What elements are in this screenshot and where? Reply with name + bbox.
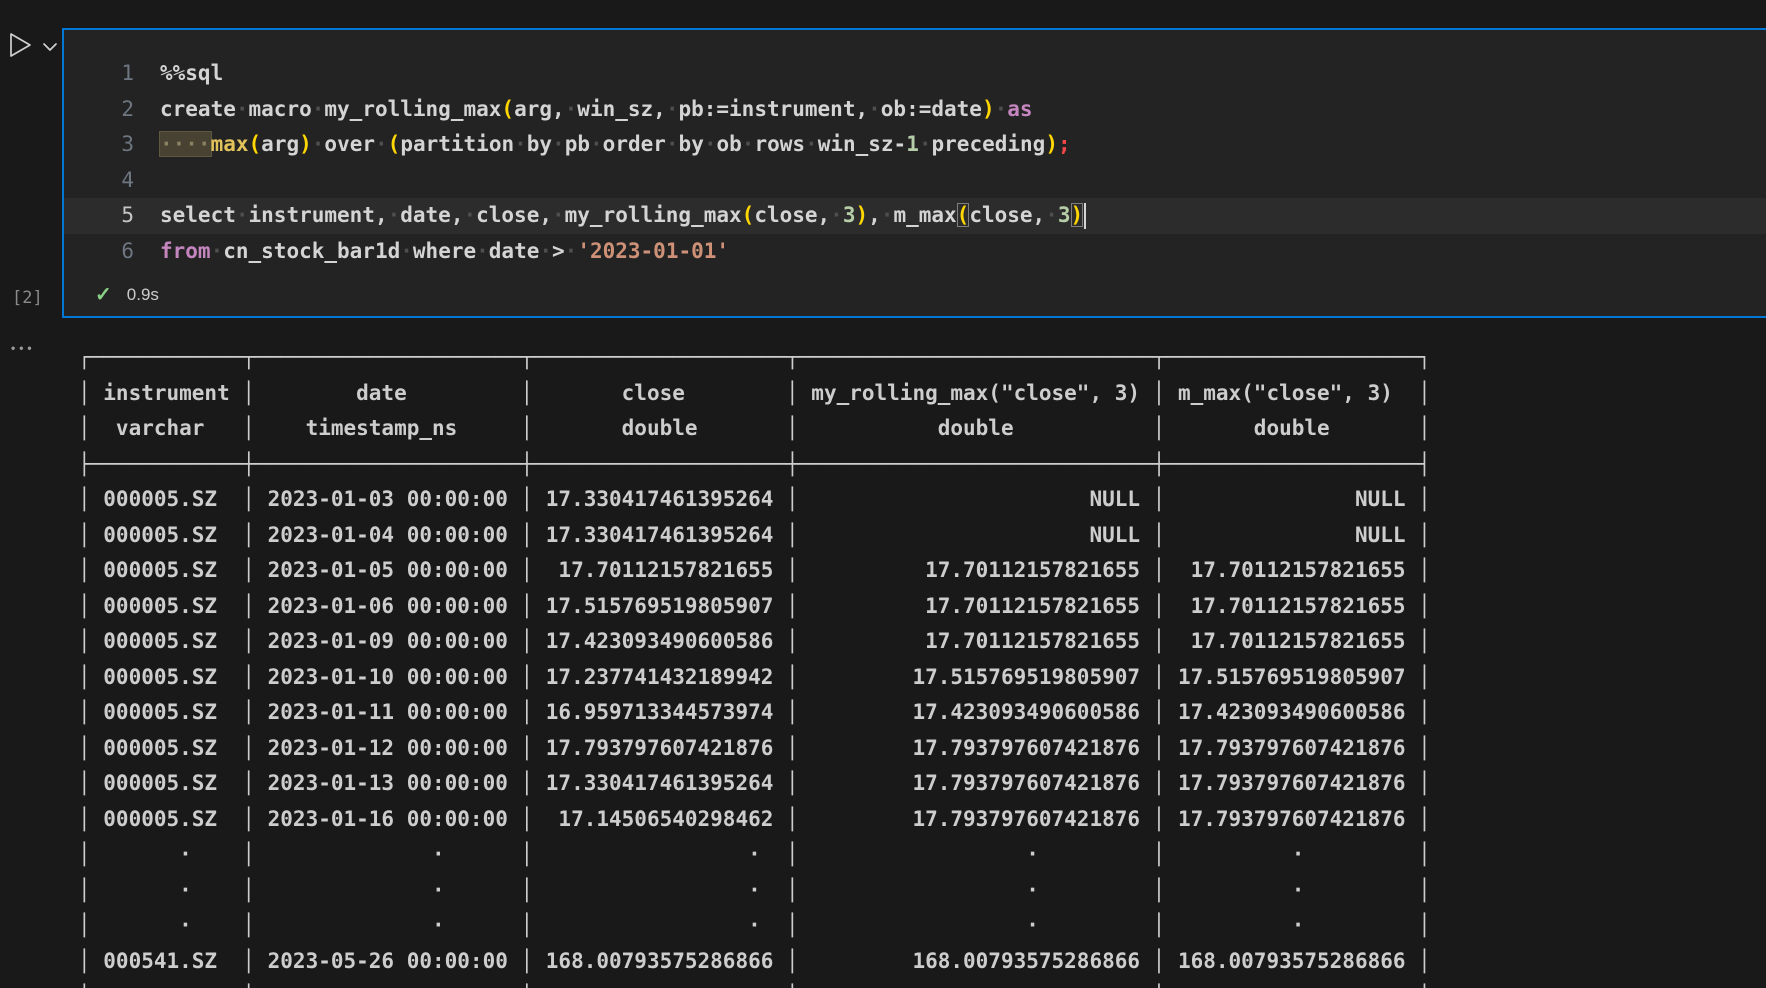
- line-number: 6: [64, 234, 134, 270]
- output-options-button[interactable]: •••: [11, 341, 36, 355]
- run-cell-button[interactable]: [8, 31, 33, 59]
- play-icon: [8, 31, 33, 59]
- notebook-editor: 1%%sql2create·macro·my_rolling_max(arg,·…: [0, 0, 1766, 988]
- line-number: 2: [64, 92, 134, 128]
- text-cursor: [1084, 203, 1086, 229]
- line-number: 3: [64, 127, 134, 163]
- execution-duration: 0.9s: [127, 285, 159, 305]
- result-table: ┌────────────┬─────────────────────┬────…: [78, 340, 1431, 988]
- execution-count: [2]: [12, 288, 43, 308]
- line-number: 5: [64, 198, 134, 234]
- code-line: 2create·macro·my_rolling_max(arg,·win_sz…: [64, 92, 1766, 128]
- code-line: 6from·cn_stock_bar1d·where·date·>·'2023-…: [64, 234, 1766, 270]
- notebook-cell: 1%%sql2create·macro·my_rolling_max(arg,·…: [62, 28, 1766, 318]
- code-line: 3····max(arg)·over·(partition·by·pb·orde…: [64, 127, 1766, 163]
- run-dropdown-button[interactable]: [42, 42, 58, 52]
- execution-status: ✓ 0.9s: [95, 282, 159, 307]
- cell-toolbar: [8, 31, 58, 59]
- success-check-icon: ✓: [95, 282, 112, 307]
- chevron-down-icon: [42, 42, 58, 52]
- line-number: 1: [64, 56, 134, 92]
- code-line: 1%%sql: [64, 56, 1766, 92]
- code-line: 4: [64, 163, 1766, 199]
- line-number: 4: [64, 163, 134, 199]
- code-line: 5select·instrument,·date,·close,·my_roll…: [64, 198, 1766, 234]
- code-area[interactable]: 1%%sql2create·macro·my_rolling_max(arg,·…: [64, 56, 1766, 269]
